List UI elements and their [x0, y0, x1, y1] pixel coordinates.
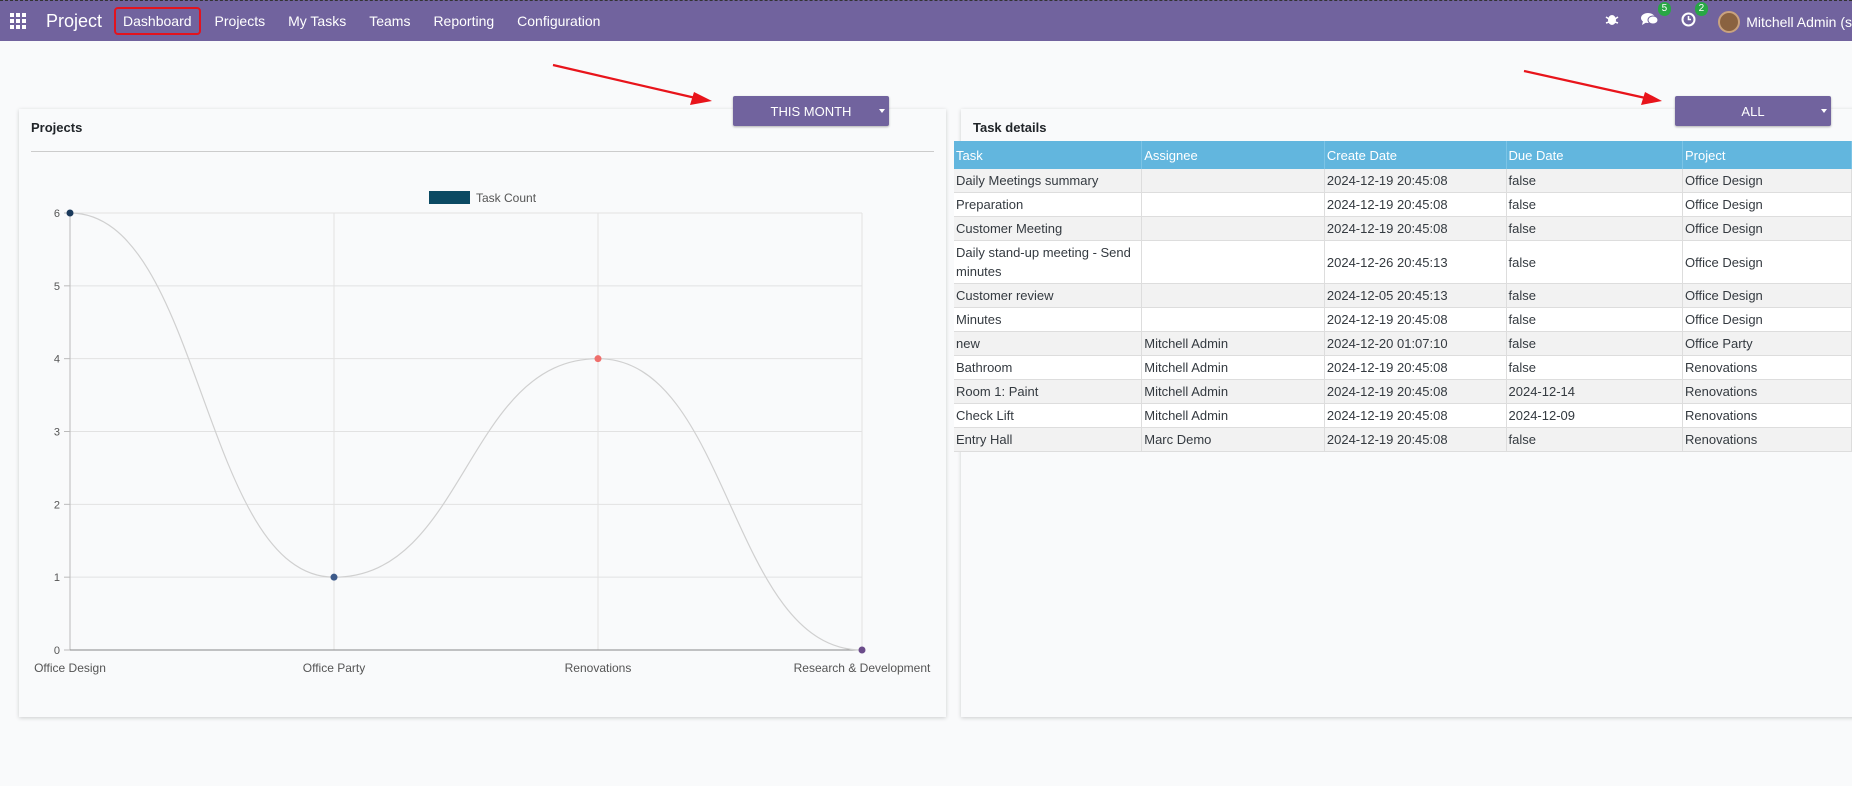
- y-tick-label: 0: [54, 645, 60, 657]
- x-tick-label: Office Design: [34, 661, 106, 675]
- legend-swatch: [429, 191, 470, 204]
- x-tick-label: Renovations: [565, 661, 632, 675]
- y-tick-label: 3: [54, 427, 60, 439]
- x-tick-label: Office Party: [303, 661, 365, 675]
- data-point: [330, 573, 338, 581]
- y-tick-label: 1: [54, 572, 60, 584]
- legend-label: Task Count: [476, 191, 537, 205]
- data-point: [594, 355, 602, 363]
- y-tick-label: 2: [54, 499, 60, 511]
- data-point: [66, 209, 74, 217]
- data-point: [858, 646, 866, 654]
- y-tick-label: 6: [54, 208, 60, 220]
- y-tick-label: 5: [54, 281, 60, 293]
- y-tick-label: 4: [54, 354, 60, 366]
- x-tick-label: Research & Development: [794, 661, 931, 675]
- task-count-chart: 0 1 2 3 4 5 6 Office Design Office Party Renovati…: [34, 191, 931, 675]
